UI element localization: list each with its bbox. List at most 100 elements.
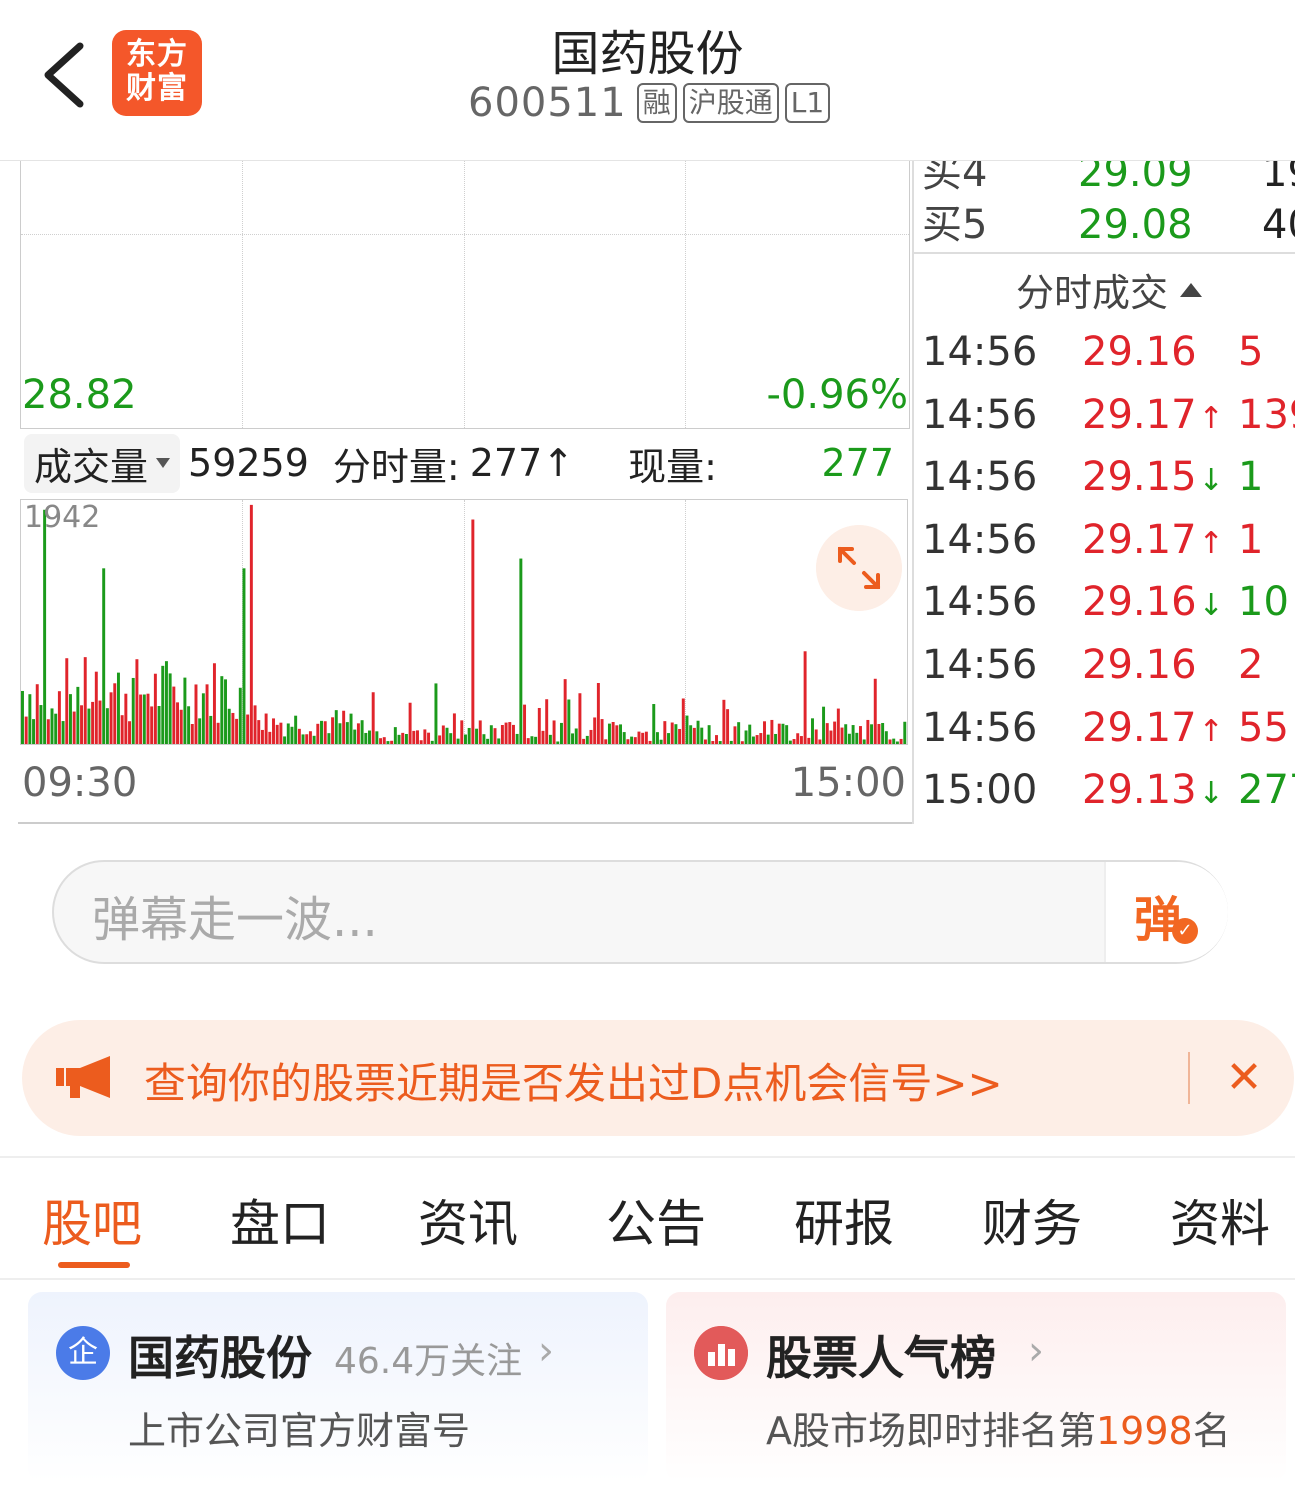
- volume-bar: [840, 727, 844, 744]
- volume-bar: [190, 724, 194, 744]
- ranking-prefix: A股市场即时排名第: [766, 1409, 1096, 1453]
- collapse-triangle-icon: [1180, 282, 1203, 297]
- volume-bar: [611, 722, 615, 744]
- tick-time: 14:56: [922, 391, 1038, 438]
- volume-bar: [851, 725, 855, 744]
- bid-price: 29.08: [1078, 202, 1193, 248]
- volume-bar: [209, 715, 213, 744]
- volume-bar: [537, 707, 541, 744]
- volume-bar: [460, 720, 464, 744]
- volume-bar: [164, 661, 168, 744]
- volume-bar: [327, 733, 331, 744]
- volume-bar: [275, 724, 279, 744]
- volume-bar: [763, 721, 766, 744]
- tick-row: 14:56 29.16 5: [922, 322, 1295, 382]
- tab-guba[interactable]: 股吧: [42, 1184, 142, 1256]
- volume-bar: [360, 720, 364, 744]
- volume-bar: [530, 736, 534, 744]
- volume-bar: [711, 741, 715, 744]
- tick-price: 29.16: [1082, 635, 1199, 699]
- tick-row: 15:00 29.13↓ 277: [922, 760, 1295, 820]
- volume-bar: [822, 706, 826, 744]
- tick-time: 14:56: [922, 642, 1038, 688]
- volume-bar: [523, 704, 527, 744]
- volume-bar: [76, 686, 80, 744]
- volume-bar: [678, 728, 682, 744]
- tick-price: 29.16↓: [1082, 572, 1224, 636]
- tick-time: 14:56: [922, 329, 1038, 375]
- volume-bar: [68, 694, 72, 744]
- volume-bar: [903, 721, 907, 744]
- volume-bar: [290, 726, 294, 744]
- volume-max-label: 1942: [24, 500, 101, 535]
- volume-bar: [630, 736, 634, 744]
- volume-bar: [187, 706, 191, 744]
- volume-bar: [829, 730, 833, 744]
- tick-trades-header[interactable]: 分时成交: [1016, 262, 1203, 317]
- volume-bar: [105, 708, 109, 744]
- volume-bar: [39, 705, 43, 744]
- tab-research[interactable]: 研报: [794, 1184, 894, 1256]
- volume-indicator-select[interactable]: 成交量: [24, 433, 181, 493]
- volume-bar: [670, 722, 674, 744]
- volume-bar: [811, 718, 814, 744]
- tick-direction-arrow: ↑: [1198, 400, 1224, 436]
- volume-bar: [799, 736, 803, 744]
- volume-bar: [35, 684, 39, 744]
- volume-bar: [28, 694, 32, 744]
- volume-bar: [475, 728, 479, 744]
- close-icon[interactable]: ✕: [1222, 1052, 1266, 1104]
- volume-bar: [283, 736, 287, 744]
- tick-volume: 1: [1238, 516, 1264, 563]
- volume-bar: [607, 723, 611, 744]
- tick-price: 29.17↑: [1082, 698, 1224, 762]
- volume-bar: [674, 724, 678, 744]
- danmu-placeholder: 弹幕走一波...: [92, 892, 378, 948]
- tick-price-value: 29.17: [1082, 516, 1197, 563]
- volume-bar: [312, 735, 316, 744]
- volume-bar: [500, 725, 504, 744]
- volume-bar: [626, 739, 630, 744]
- volume-bar: [316, 723, 320, 744]
- volume-bar: [449, 733, 453, 744]
- volume-bar: [183, 677, 187, 744]
- volume-bar: [663, 721, 667, 744]
- tab-finance[interactable]: 财务: [982, 1184, 1082, 1256]
- tick-direction-arrow: ↓: [1198, 588, 1224, 624]
- volume-bar: [571, 733, 575, 744]
- volume-bar: [257, 720, 261, 744]
- promo-banner-text[interactable]: 查询你的股票近期是否发出过D点机会信号>>: [144, 1050, 1003, 1111]
- tick-price-value: 29.15: [1082, 454, 1197, 501]
- volume-bar: [703, 739, 707, 744]
- time-end-label: 15:00: [790, 760, 906, 806]
- volume-bar: [445, 727, 449, 744]
- tab-profile[interactable]: 资料: [1170, 1184, 1270, 1256]
- volume-bar: [833, 721, 837, 744]
- chevron-right-icon: ›: [538, 1328, 554, 1374]
- volume-bar: [412, 730, 416, 744]
- volume-bar: [511, 724, 515, 744]
- volume-chart[interactable]: [20, 499, 908, 745]
- grid-line: [685, 160, 686, 428]
- volume-bar: [696, 720, 700, 744]
- volume-bar: [751, 736, 755, 744]
- volume-bar: [567, 699, 571, 744]
- volume-bar: [94, 671, 98, 744]
- tab-pankou[interactable]: 盘口: [230, 1184, 330, 1256]
- volume-bar: [652, 704, 656, 744]
- volume-bar: [301, 734, 305, 744]
- volume-bar: [375, 731, 379, 744]
- volume-bar: [150, 706, 154, 744]
- tab-news[interactable]: 资讯: [418, 1184, 518, 1256]
- tick-trades-title: 分时成交: [1016, 271, 1169, 315]
- tab-announcements[interactable]: 公告: [606, 1184, 706, 1256]
- official-account-subtitle: 上市公司官方财富号: [128, 1409, 471, 1453]
- tick-volume: 55: [1238, 704, 1289, 751]
- volume-bar: [272, 718, 275, 744]
- volume-bar: [427, 732, 431, 744]
- tick-direction-arrow: ↑: [1198, 525, 1224, 561]
- official-account-title: 国药股份: [128, 1331, 312, 1385]
- expand-icon[interactable]: [816, 525, 902, 611]
- volume-bar: [24, 716, 28, 744]
- volume-bar: [685, 715, 689, 744]
